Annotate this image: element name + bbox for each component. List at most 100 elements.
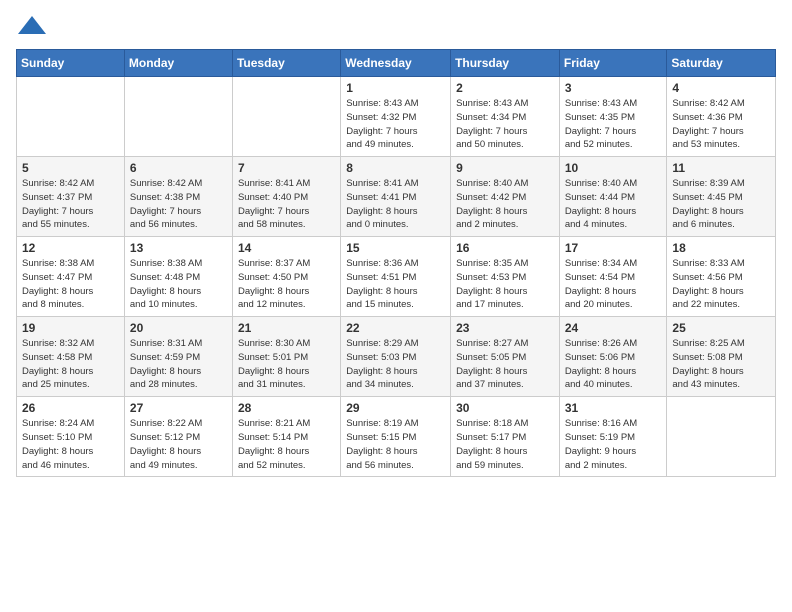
day-number: 2	[456, 81, 554, 95]
day-number: 27	[130, 401, 227, 415]
day-number: 20	[130, 321, 227, 335]
day-number: 14	[238, 241, 335, 255]
day-of-week-header: Friday	[559, 50, 667, 77]
day-info: Sunrise: 8:43 AM Sunset: 4:34 PM Dayligh…	[456, 97, 554, 152]
calendar-header-row: SundayMondayTuesdayWednesdayThursdayFrid…	[17, 50, 776, 77]
day-info: Sunrise: 8:19 AM Sunset: 5:15 PM Dayligh…	[346, 417, 445, 472]
day-number: 12	[22, 241, 119, 255]
day-number: 11	[672, 161, 770, 175]
day-info: Sunrise: 8:38 AM Sunset: 4:48 PM Dayligh…	[130, 257, 227, 312]
day-info: Sunrise: 8:41 AM Sunset: 4:40 PM Dayligh…	[238, 177, 335, 232]
day-number: 13	[130, 241, 227, 255]
calendar-cell: 24Sunrise: 8:26 AM Sunset: 5:06 PM Dayli…	[559, 317, 667, 397]
day-number: 24	[565, 321, 662, 335]
logo-icon	[18, 16, 46, 34]
day-number: 25	[672, 321, 770, 335]
calendar-cell: 20 Sunrise: 8:31 AM Sunset: 4:59 PM Dayli…	[124, 317, 232, 397]
calendar-cell: 25 Sunrise: 8:25 AM Sunset: 5:08 PM Dayli…	[667, 317, 776, 397]
calendar-week-row: 1 Sunrise: 8:43 AM Sunset: 4:32 PM Daylig…	[17, 77, 776, 157]
calendar-cell: 27 Sunrise: 8:22 AM Sunset: 5:12 PM Dayli…	[124, 397, 232, 477]
day-number: 6	[130, 161, 227, 175]
day-number: 29	[346, 401, 445, 415]
day-number: 3	[565, 81, 662, 95]
day-info: Sunrise: 8:37 AM Sunset: 4:50 PM Dayligh…	[238, 257, 335, 312]
calendar-cell: 17Sunrise: 8:34 AM Sunset: 4:54 PM Dayli…	[559, 237, 667, 317]
day-info: Sunrise: 8:21 AM Sunset: 5:14 PM Dayligh…	[238, 417, 335, 472]
calendar-cell: 23Sunrise: 8:27 AM Sunset: 5:05 PM Dayli…	[451, 317, 560, 397]
day-number: 5	[22, 161, 119, 175]
day-of-week-header: Sunday	[17, 50, 125, 77]
logo	[16, 16, 46, 39]
calendar-cell: 5 Sunrise: 8:42 AM Sunset: 4:37 PM Daylig…	[17, 157, 125, 237]
calendar-cell	[124, 77, 232, 157]
day-info: Sunrise: 8:42 AM Sunset: 4:37 PM Dayligh…	[22, 177, 119, 232]
day-info: Sunrise: 8:35 AM Sunset: 4:53 PM Dayligh…	[456, 257, 554, 312]
day-number: 19	[22, 321, 119, 335]
calendar-cell: 6 Sunrise: 8:42 AM Sunset: 4:38 PM Daylig…	[124, 157, 232, 237]
calendar-cell	[232, 77, 340, 157]
day-info: Sunrise: 8:32 AM Sunset: 4:58 PM Dayligh…	[22, 337, 119, 392]
day-number: 8	[346, 161, 445, 175]
day-number: 7	[238, 161, 335, 175]
calendar-cell: 3Sunrise: 8:43 AM Sunset: 4:35 PM Daylig…	[559, 77, 667, 157]
day-number: 10	[565, 161, 662, 175]
calendar-cell: 1 Sunrise: 8:43 AM Sunset: 4:32 PM Daylig…	[341, 77, 451, 157]
calendar-cell: 15 Sunrise: 8:36 AM Sunset: 4:51 PM Dayli…	[341, 237, 451, 317]
day-number: 22	[346, 321, 445, 335]
day-number: 21	[238, 321, 335, 335]
day-number: 15	[346, 241, 445, 255]
calendar-cell: 29 Sunrise: 8:19 AM Sunset: 5:15 PM Dayli…	[341, 397, 451, 477]
day-info: Sunrise: 8:25 AM Sunset: 5:08 PM Dayligh…	[672, 337, 770, 392]
calendar-cell: 21 Sunrise: 8:30 AM Sunset: 5:01 PM Dayli…	[232, 317, 340, 397]
day-info: Sunrise: 8:42 AM Sunset: 4:36 PM Dayligh…	[672, 97, 770, 152]
day-info: Sunrise: 8:42 AM Sunset: 4:38 PM Dayligh…	[130, 177, 227, 232]
calendar-cell: 13 Sunrise: 8:38 AM Sunset: 4:48 PM Dayli…	[124, 237, 232, 317]
calendar-week-row: 26 Sunrise: 8:24 AM Sunset: 5:10 PM Dayli…	[17, 397, 776, 477]
calendar-cell: 7 Sunrise: 8:41 AM Sunset: 4:40 PM Daylig…	[232, 157, 340, 237]
day-info: Sunrise: 8:31 AM Sunset: 4:59 PM Dayligh…	[130, 337, 227, 392]
calendar-cell: 2 Sunrise: 8:43 AM Sunset: 4:34 PM Daylig…	[451, 77, 560, 157]
day-number: 26	[22, 401, 119, 415]
calendar-cell: 10 Sunrise: 8:40 AM Sunset: 4:44 PM Dayli…	[559, 157, 667, 237]
calendar-cell: 8 Sunrise: 8:41 AM Sunset: 4:41 PM Daylig…	[341, 157, 451, 237]
calendar-cell: 9 Sunrise: 8:40 AM Sunset: 4:42 PM Daylig…	[451, 157, 560, 237]
calendar-cell: 19 Sunrise: 8:32 AM Sunset: 4:58 PM Dayli…	[17, 317, 125, 397]
day-info: Sunrise: 8:29 AM Sunset: 5:03 PM Dayligh…	[346, 337, 445, 392]
day-info: Sunrise: 8:36 AM Sunset: 4:51 PM Dayligh…	[346, 257, 445, 312]
day-info: Sunrise: 8:39 AM Sunset: 4:45 PM Dayligh…	[672, 177, 770, 232]
day-info: Sunrise: 8:34 AM Sunset: 4:54 PM Dayligh…	[565, 257, 662, 312]
day-number: 9	[456, 161, 554, 175]
day-of-week-header: Saturday	[667, 50, 776, 77]
calendar-cell: 31 Sunrise: 8:16 AM Sunset: 5:19 PM Dayli…	[559, 397, 667, 477]
calendar-cell: 28Sunrise: 8:21 AM Sunset: 5:14 PM Dayli…	[232, 397, 340, 477]
day-info: Sunrise: 8:43 AM Sunset: 4:32 PM Dayligh…	[346, 97, 445, 152]
day-info: Sunrise: 8:16 AM Sunset: 5:19 PM Dayligh…	[565, 417, 662, 472]
calendar-cell	[667, 397, 776, 477]
day-number: 23	[456, 321, 554, 335]
calendar-cell: 22 Sunrise: 8:29 AM Sunset: 5:03 PM Dayli…	[341, 317, 451, 397]
header	[16, 16, 776, 39]
calendar-cell: 11 Sunrise: 8:39 AM Sunset: 4:45 PM Dayli…	[667, 157, 776, 237]
day-of-week-header: Wednesday	[341, 50, 451, 77]
day-number: 1	[346, 81, 445, 95]
day-info: Sunrise: 8:30 AM Sunset: 5:01 PM Dayligh…	[238, 337, 335, 392]
calendar: SundayMondayTuesdayWednesdayThursdayFrid…	[16, 49, 776, 477]
calendar-cell: 16Sunrise: 8:35 AM Sunset: 4:53 PM Dayli…	[451, 237, 560, 317]
calendar-cell: 14 Sunrise: 8:37 AM Sunset: 4:50 PM Dayli…	[232, 237, 340, 317]
day-info: Sunrise: 8:24 AM Sunset: 5:10 PM Dayligh…	[22, 417, 119, 472]
day-info: Sunrise: 8:33 AM Sunset: 4:56 PM Dayligh…	[672, 257, 770, 312]
day-info: Sunrise: 8:40 AM Sunset: 4:42 PM Dayligh…	[456, 177, 554, 232]
day-info: Sunrise: 8:40 AM Sunset: 4:44 PM Dayligh…	[565, 177, 662, 232]
calendar-cell: 4 Sunrise: 8:42 AM Sunset: 4:36 PM Daylig…	[667, 77, 776, 157]
day-number: 4	[672, 81, 770, 95]
calendar-cell: 18 Sunrise: 8:33 AM Sunset: 4:56 PM Dayli…	[667, 237, 776, 317]
calendar-cell: 26 Sunrise: 8:24 AM Sunset: 5:10 PM Dayli…	[17, 397, 125, 477]
day-number: 30	[456, 401, 554, 415]
day-info: Sunrise: 8:22 AM Sunset: 5:12 PM Dayligh…	[130, 417, 227, 472]
page: SundayMondayTuesdayWednesdayThursdayFrid…	[0, 0, 792, 487]
calendar-week-row: 5 Sunrise: 8:42 AM Sunset: 4:37 PM Daylig…	[17, 157, 776, 237]
calendar-cell: 30Sunrise: 8:18 AM Sunset: 5:17 PM Dayli…	[451, 397, 560, 477]
day-number: 18	[672, 241, 770, 255]
day-number: 31	[565, 401, 662, 415]
day-info: Sunrise: 8:41 AM Sunset: 4:41 PM Dayligh…	[346, 177, 445, 232]
